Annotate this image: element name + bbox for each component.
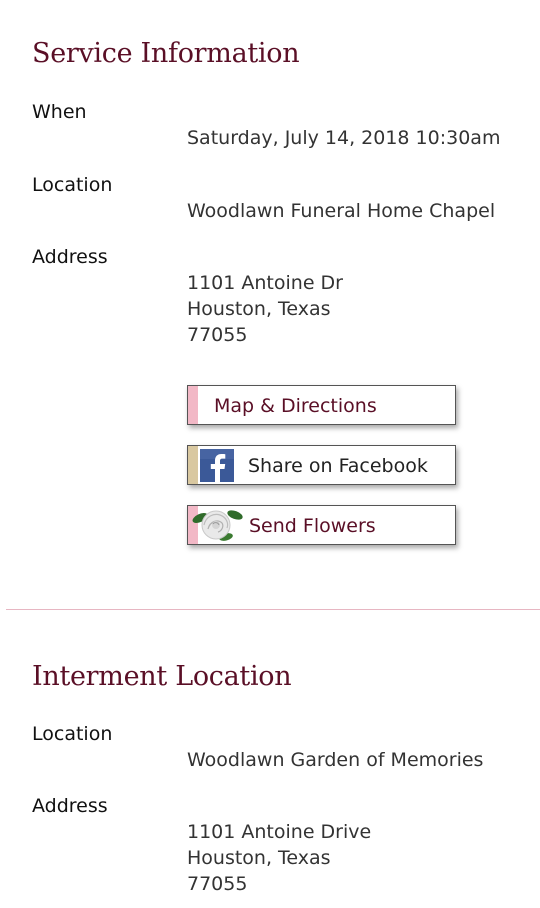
interment-address-line1: 1101 Antoine Drive bbox=[187, 821, 372, 843]
service-location-text: Woodlawn Funeral Home Chapel bbox=[187, 200, 496, 222]
interment-location-text: Woodlawn Garden of Memories bbox=[187, 749, 484, 771]
interment-location-label: Location bbox=[32, 723, 113, 745]
interment-address-value: 1101 Antoine Drive Houston, Texas 77055 bbox=[187, 819, 371, 897]
map-button-stripe bbox=[188, 386, 198, 424]
send-flowers-label: Send Flowers bbox=[249, 515, 376, 537]
service-address-label: Address bbox=[32, 246, 108, 268]
interment-address-line3: 77055 bbox=[187, 873, 248, 895]
share-facebook-label: Share on Facebook bbox=[248, 455, 428, 477]
interment-location-title: Interment Location bbox=[32, 661, 292, 692]
service-address-line3: 77055 bbox=[187, 324, 248, 346]
when-value: Saturday, July 14, 2018 10:30am bbox=[187, 125, 500, 151]
service-address-line1: 1101 Antoine Dr bbox=[187, 272, 343, 294]
service-location-label: Location bbox=[32, 174, 113, 196]
interment-address-label: Address bbox=[32, 795, 108, 817]
facebook-icon bbox=[200, 449, 234, 482]
share-facebook-button[interactable]: Share on Facebook bbox=[187, 445, 456, 485]
map-directions-button[interactable]: Map & Directions bbox=[187, 385, 456, 425]
service-location-value: Woodlawn Funeral Home Chapel bbox=[187, 198, 495, 224]
when-label: When bbox=[32, 101, 87, 123]
facebook-button-stripe bbox=[188, 446, 198, 484]
rose-icon bbox=[190, 506, 244, 544]
service-address-value: 1101 Antoine Dr Houston, Texas 77055 bbox=[187, 270, 343, 348]
send-flowers-button[interactable]: Send Flowers bbox=[187, 505, 456, 545]
when-value-text: Saturday, July 14, 2018 10:30am bbox=[187, 127, 501, 149]
section-divider bbox=[6, 609, 540, 610]
interment-address-line2: Houston, Texas bbox=[187, 847, 331, 869]
service-information-title: Service Information bbox=[32, 38, 300, 69]
map-directions-label: Map & Directions bbox=[214, 395, 377, 417]
interment-location-value: Woodlawn Garden of Memories bbox=[187, 747, 483, 773]
service-address-line2: Houston, Texas bbox=[187, 298, 331, 320]
